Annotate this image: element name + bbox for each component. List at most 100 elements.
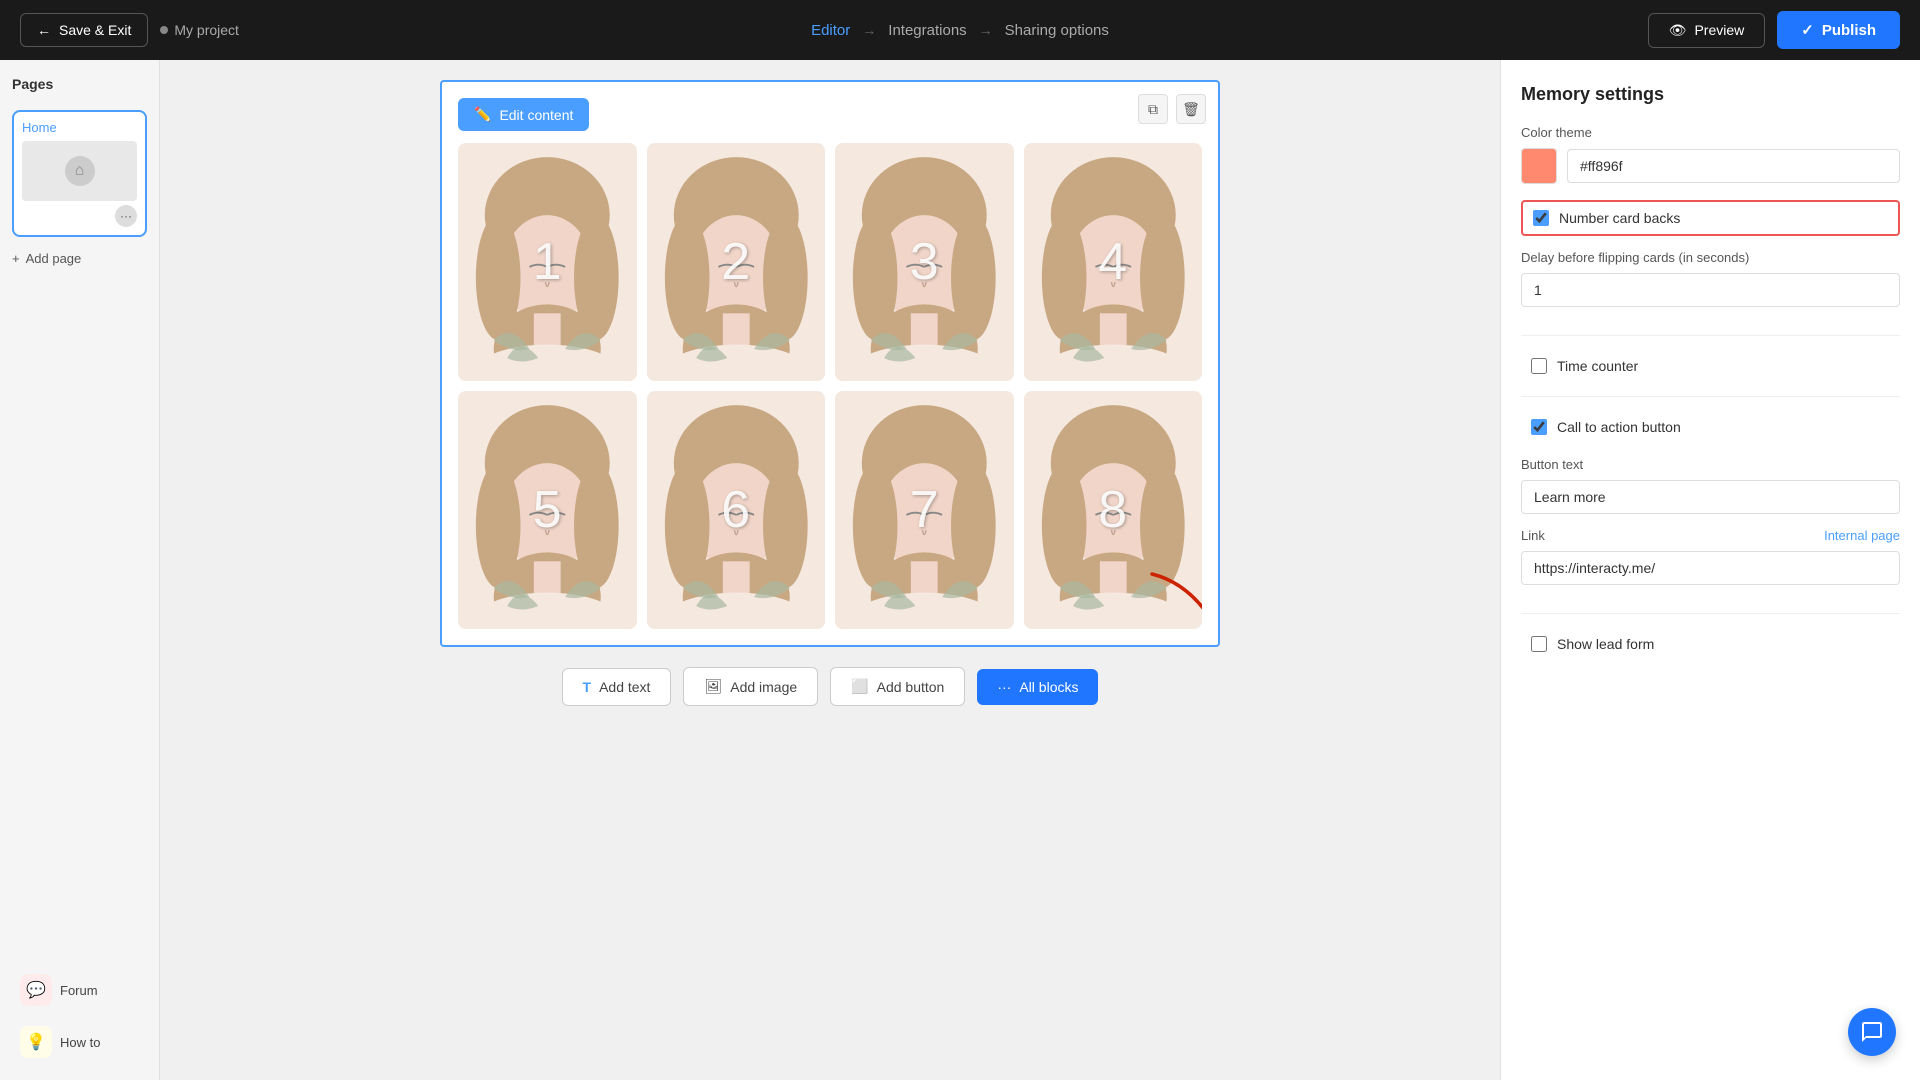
number-card-backs-row: Number card backs (1521, 200, 1900, 236)
sidebar: Pages Home ⌂ ··· + Add page 💬 Forum 💡 Ho… (0, 60, 160, 1080)
pencil-icon: ✏️ (474, 106, 491, 123)
add-image-button[interactable]: 🖼 Add image (683, 667, 818, 706)
call-to-action-label: Call to action button (1557, 419, 1681, 435)
save-exit-button[interactable]: ← Save & Exit (20, 13, 148, 47)
sidebar-item-forum[interactable]: 💬 Forum (12, 968, 147, 1012)
link-internal-link[interactable]: Internal page (1824, 528, 1900, 543)
howto-icon: 💡 (20, 1026, 52, 1058)
color-swatch[interactable] (1521, 148, 1557, 184)
right-panel: Memory settings Color theme Number card … (1500, 60, 1920, 1080)
publish-label: Publish (1822, 22, 1876, 39)
publish-button[interactable]: ✓ Publish (1777, 11, 1900, 49)
show-lead-form-checkbox[interactable] (1531, 636, 1547, 652)
memory-card-3[interactable]: 3 (835, 143, 1014, 381)
delay-label: Delay before flipping cards (in seconds) (1521, 250, 1900, 265)
chat-icon (1860, 1020, 1884, 1044)
show-lead-form-label: Show lead form (1557, 636, 1654, 652)
add-text-label: Add text (599, 679, 650, 695)
memory-card-8[interactable]: 8 (1024, 391, 1203, 629)
call-to-action-row: Call to action button (1521, 411, 1900, 443)
image-icon: 🖼 (704, 678, 722, 695)
time-counter-label: Time counter (1557, 358, 1638, 374)
memory-card-1[interactable]: 1 (458, 143, 637, 381)
content-area: ✏️ Edit content ⧉ 🗑 (160, 60, 1500, 1080)
header-nav: Editor → Integrations → Sharing options (811, 22, 1109, 39)
plus-icon: + (12, 251, 20, 266)
chat-bubble-button[interactable] (1848, 1008, 1896, 1056)
nav-sharing[interactable]: Sharing options (1005, 22, 1109, 39)
project-dot (160, 26, 168, 34)
project-name: My project (160, 22, 239, 38)
canvas-actions: ⧉ 🗑 (1138, 94, 1206, 124)
edit-content-button[interactable]: ✏️ Edit content (458, 98, 589, 131)
nav-arrow-1: → (862, 22, 876, 38)
url-input[interactable] (1521, 551, 1900, 585)
color-input[interactable] (1567, 149, 1900, 183)
check-icon: ✓ (1801, 21, 1814, 39)
button-text-label: Button text (1521, 457, 1900, 472)
memory-card-5[interactable]: 5 (458, 391, 637, 629)
button-icon: ⬜ (851, 678, 868, 695)
preview-label: Preview (1694, 22, 1744, 38)
forum-label: Forum (60, 983, 98, 998)
nav-editor[interactable]: Editor (811, 22, 850, 39)
header-right: 👁 Preview ✓ Publish (1648, 11, 1900, 49)
add-button-label: Add button (877, 679, 945, 695)
dots-icon: ··· (997, 679, 1011, 695)
color-theme-label: Color theme (1521, 125, 1900, 140)
text-icon: T (583, 679, 592, 695)
sidebar-bottom: 💬 Forum 💡 How to (12, 968, 147, 1064)
color-row (1521, 148, 1900, 184)
project-name-text: My project (174, 22, 239, 38)
time-counter-checkbox[interactable] (1531, 358, 1547, 374)
page-card-label: Home (22, 120, 137, 135)
forum-icon: 💬 (20, 974, 52, 1006)
game-canvas: ✏️ Edit content ⧉ 🗑 (440, 80, 1220, 647)
header: ← Save & Exit My project Editor → Integr… (0, 0, 1920, 60)
sidebar-title: Pages (12, 76, 147, 92)
nav-arrow-2: → (979, 22, 993, 38)
link-row: Link Internal page (1521, 528, 1900, 543)
main-layout: Pages Home ⌂ ··· + Add page 💬 Forum 💡 Ho… (0, 60, 1920, 1080)
blocks-toolbar: T Add text 🖼 Add image ⬜ Add button ··· … (562, 667, 1099, 706)
memory-card-7[interactable]: 7 (835, 391, 1014, 629)
duplicate-button[interactable]: ⧉ (1138, 94, 1168, 124)
howto-label: How to (60, 1035, 100, 1050)
page-thumbnail: ⌂ (22, 141, 137, 201)
number-card-backs-label: Number card backs (1559, 210, 1680, 226)
page-thumb-icon: ⌂ (65, 156, 95, 186)
add-button-button[interactable]: ⬜ Add button (830, 667, 965, 706)
divider-3 (1521, 613, 1900, 614)
show-lead-form-row: Show lead form (1521, 628, 1900, 660)
panel-title: Memory settings (1521, 84, 1900, 105)
preview-button[interactable]: 👁 Preview (1648, 13, 1766, 48)
call-to-action-checkbox[interactable] (1531, 419, 1547, 435)
edit-content-label: Edit content (499, 107, 573, 123)
cards-grid: 1 (458, 143, 1202, 629)
button-text-input[interactable] (1521, 480, 1900, 514)
save-exit-label: Save & Exit (59, 22, 131, 38)
delete-button[interactable]: 🗑 (1176, 94, 1206, 124)
page-card-footer: ··· (22, 205, 137, 227)
number-card-backs-checkbox[interactable] (1533, 210, 1549, 226)
time-counter-row: Time counter (1521, 350, 1900, 382)
back-arrow-icon: ← (37, 22, 51, 38)
all-blocks-button[interactable]: ··· All blocks (977, 669, 1098, 705)
divider-1 (1521, 335, 1900, 336)
divider-2 (1521, 396, 1900, 397)
add-image-label: Add image (730, 679, 797, 695)
link-label: Link (1521, 528, 1545, 543)
header-left: ← Save & Exit My project (20, 13, 239, 47)
delay-input[interactable] (1521, 273, 1900, 307)
memory-card-6[interactable]: 6 (647, 391, 826, 629)
eye-icon: 👁 (1669, 22, 1687, 39)
memory-card-4[interactable]: 4 (1024, 143, 1203, 381)
page-options-button[interactable]: ··· (115, 205, 137, 227)
add-text-button[interactable]: T Add text (562, 668, 672, 706)
all-blocks-label: All blocks (1019, 679, 1078, 695)
page-card-home[interactable]: Home ⌂ ··· (12, 110, 147, 237)
nav-integrations[interactable]: Integrations (888, 22, 966, 39)
add-page-button[interactable]: + Add page (12, 247, 147, 270)
memory-card-2[interactable]: 2 (647, 143, 826, 381)
sidebar-item-howto[interactable]: 💡 How to (12, 1020, 147, 1064)
